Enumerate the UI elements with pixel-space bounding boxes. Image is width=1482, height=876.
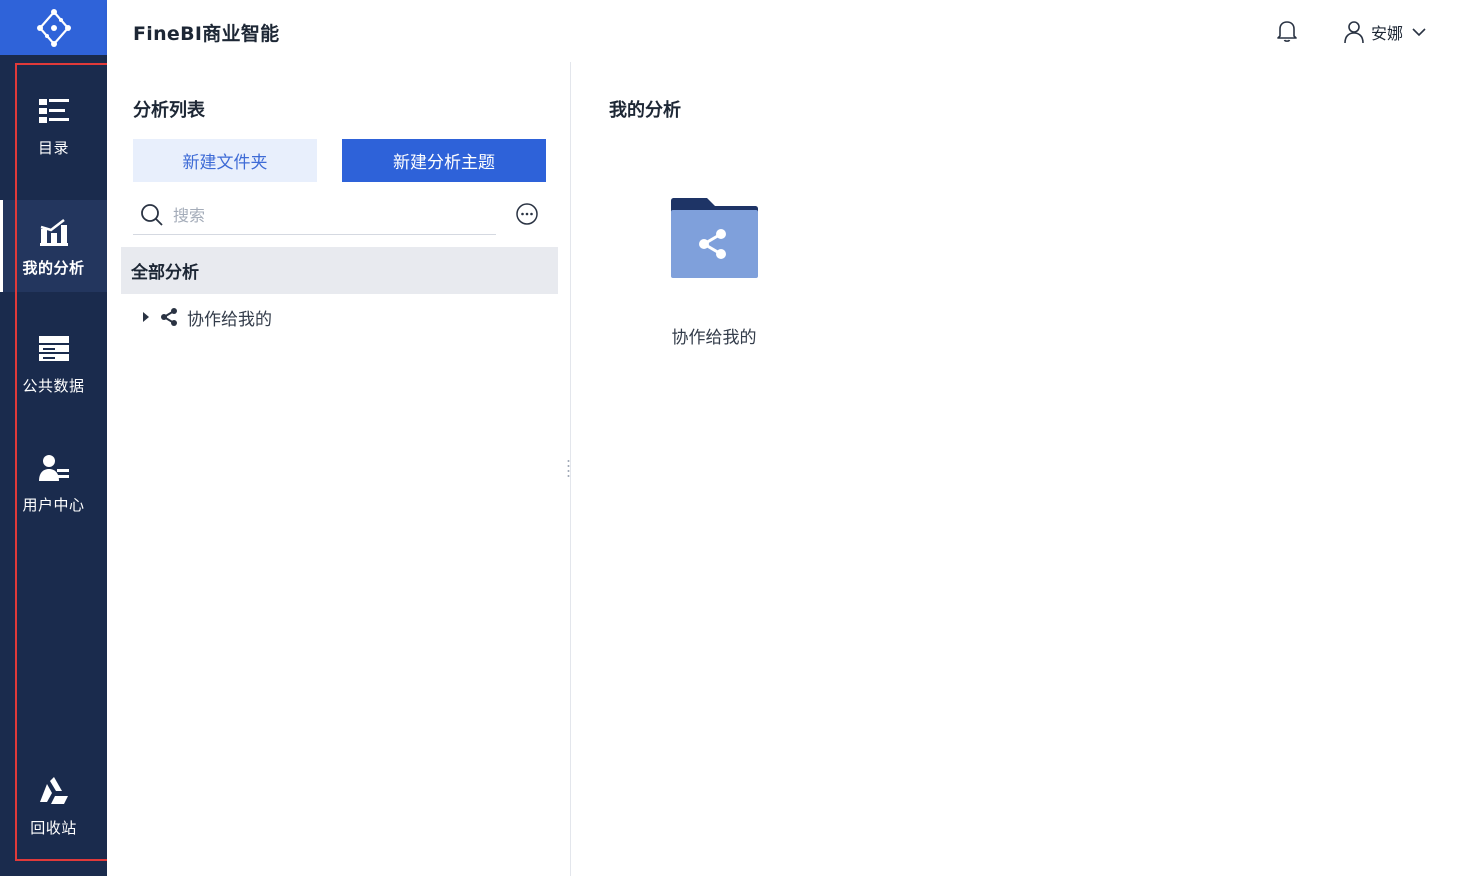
sidebar-item-catalog[interactable]: 目录 bbox=[0, 80, 107, 172]
panel-title: 分析列表 bbox=[133, 100, 205, 121]
sidebar-item-recycle-bin[interactable]: 回收站 bbox=[0, 760, 107, 852]
search-icon bbox=[141, 204, 163, 226]
search-box bbox=[133, 199, 496, 235]
folder-label: 协作给我的 bbox=[671, 328, 757, 348]
sidebar-item-label: 目录 bbox=[37, 138, 69, 157]
sidebar-item-label: 用户中心 bbox=[22, 495, 85, 514]
sidebar-item-my-analysis[interactable]: 我的分析 bbox=[0, 200, 107, 292]
user-menu[interactable]: 安娜 bbox=[1343, 18, 1429, 46]
public-data-icon bbox=[38, 335, 69, 361]
caret-right-icon[interactable] bbox=[141, 311, 151, 323]
logo[interactable] bbox=[0, 0, 107, 55]
recycle-bin-icon bbox=[39, 776, 68, 804]
bell-icon[interactable] bbox=[1274, 18, 1300, 44]
app-title: FineBI商业智能 bbox=[133, 23, 280, 45]
app-window: 目录 我的分析 公共数据 用户中心 回收站 FineBI商业智能 安娜 分析列表… bbox=[0, 0, 1482, 876]
user-name: 安娜 bbox=[1371, 24, 1404, 43]
sidebar-item-label: 我的分析 bbox=[22, 258, 85, 277]
folder-card-shared-with-me[interactable]: 协作给我的 bbox=[669, 197, 759, 357]
sidebar-item-label: 公共数据 bbox=[22, 376, 85, 395]
new-folder-button[interactable]: 新建文件夹 bbox=[133, 139, 317, 182]
analysis-chart-icon bbox=[39, 218, 68, 246]
finebi-logo-icon bbox=[36, 8, 71, 47]
share-icon bbox=[161, 308, 177, 326]
analysis-list-panel: 分析列表 新建文件夹 新建分析主题 全部分析 协作给 bbox=[107, 62, 570, 876]
content-title: 我的分析 bbox=[609, 100, 681, 121]
tree-root-all-analysis[interactable]: 全部分析 bbox=[121, 247, 558, 294]
top-header: FineBI商业智能 安娜 bbox=[107, 0, 1482, 62]
search-input[interactable] bbox=[173, 201, 483, 229]
new-analysis-theme-button[interactable]: 新建分析主题 bbox=[342, 139, 546, 182]
tree-item-shared-with-me[interactable]: 协作给我的 bbox=[141, 302, 272, 332]
more-options-icon[interactable] bbox=[515, 202, 539, 226]
shared-folder-icon bbox=[671, 198, 758, 278]
chevron-down-icon bbox=[1412, 28, 1426, 37]
sidebar-item-user-center[interactable]: 用户中心 bbox=[0, 437, 107, 529]
sidebar: 目录 我的分析 公共数据 用户中心 回收站 bbox=[0, 0, 109, 876]
my-analysis-content: 我的分析 协作给我的 bbox=[571, 62, 1482, 876]
user-center-icon bbox=[38, 454, 69, 481]
catalog-icon bbox=[38, 98, 69, 123]
sidebar-item-label: 回收站 bbox=[30, 818, 77, 837]
tree-item-label: 协作给我的 bbox=[187, 309, 272, 330]
user-avatar-icon bbox=[1344, 21, 1364, 44]
sidebar-item-public-data[interactable]: 公共数据 bbox=[0, 318, 107, 410]
